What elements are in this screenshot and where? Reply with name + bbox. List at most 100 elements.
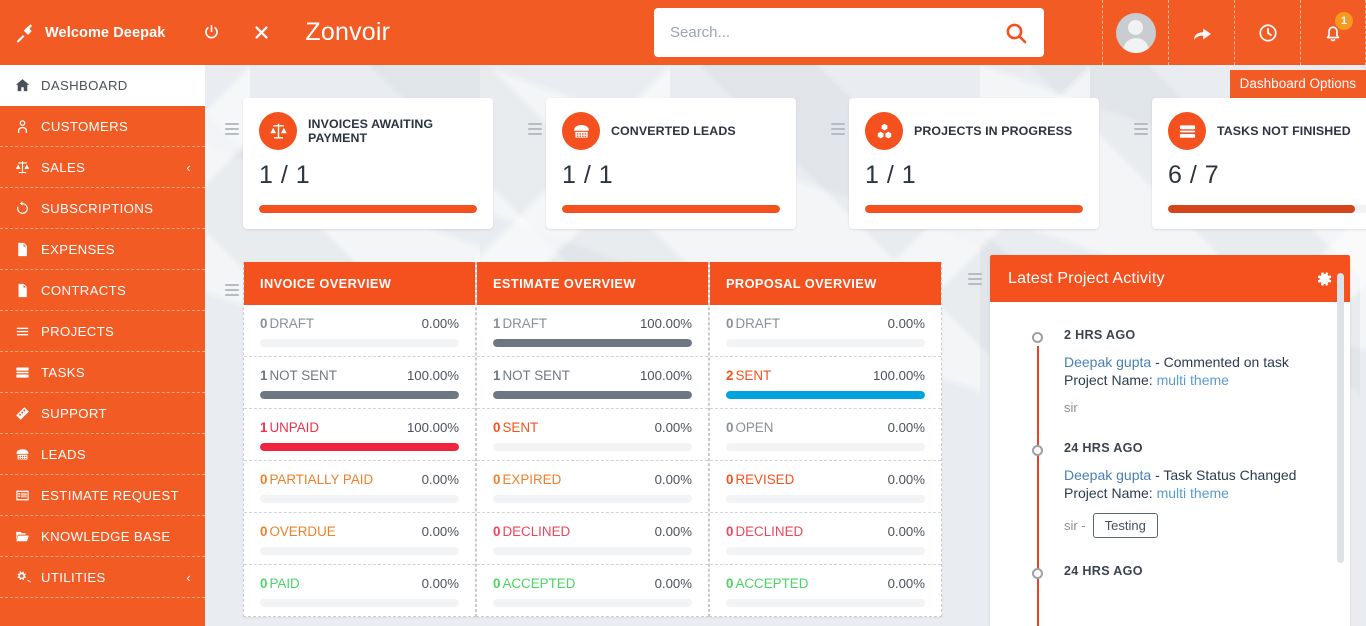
drag-handle-activity[interactable] (960, 255, 990, 626)
overview-row-count: 0 (260, 316, 267, 331)
stat-card-block: TASKS NOT FINISHED6 / 7 (1130, 98, 1366, 229)
overview-row: 2SENT100.00% (710, 357, 941, 409)
overview-row-percent: 0.00% (888, 316, 925, 331)
drag-handle-stat[interactable] (827, 98, 849, 138)
share-icon[interactable] (1168, 0, 1234, 65)
drag-handle-stat[interactable] (524, 98, 546, 138)
leads-icon (562, 112, 600, 150)
overview-row: 0OPEN0.00% (710, 409, 941, 461)
drag-handle-overview[interactable] (221, 262, 243, 299)
activity-time: 2 HRS AGO (1064, 328, 1320, 342)
sidebar-item-label: SUPPORT (41, 406, 107, 421)
overview-row-name: SENT (502, 420, 538, 435)
activity-user[interactable]: Deepak gupta (1064, 354, 1151, 370)
sidebar-item-leads[interactable]: LEADS (0, 434, 205, 475)
sidebar-item-utilities[interactable]: UTILITIES ‹ (0, 557, 205, 598)
main-content: Dashboard Options INVOICES AWAITING PAYM… (205, 65, 1366, 626)
activity-list[interactable]: 2 HRS AGODeepak gupta - Commented on tas… (990, 302, 1350, 626)
overview-row-label: 0DECLINED (726, 524, 803, 539)
overview-row-bar (726, 443, 925, 451)
sidebar-item-label: UTILITIES (41, 570, 106, 585)
user-avatar[interactable] (1102, 0, 1168, 65)
overview-row-name: ACCEPTED (502, 576, 575, 591)
gavel-icon (14, 22, 36, 44)
overview-row-bar (726, 495, 925, 503)
overview-row-name: EXPIRED (502, 472, 561, 487)
drag-handle-stat[interactable] (1130, 98, 1152, 138)
brand-area: Welcome Deepak (0, 0, 165, 65)
chevron-left-icon: ‹ (186, 570, 191, 585)
folder-open-icon (14, 528, 41, 545)
overview-row: 1DRAFT 100.00% (477, 305, 708, 357)
stat-card-progress (865, 205, 1083, 213)
activity-status-chip: Testing (1093, 513, 1158, 538)
sidebar-nav: DASHBOARD CUSTOMERS SALES‹SUBSCRIPTIONSEXP… (0, 65, 205, 626)
sidebar-item-contracts[interactable]: CONTRACTS (0, 270, 205, 311)
overview-row-count: 0 (493, 420, 500, 435)
activity-project-link[interactable]: multi theme (1157, 485, 1229, 501)
sidebar-item-tasks[interactable]: TASKS (0, 352, 205, 393)
activity-project-link[interactable]: multi theme (1157, 372, 1229, 388)
search-input[interactable] (654, 24, 1000, 41)
overview-row-bar (260, 495, 459, 503)
overview-panel: PROPOSAL OVERVIEW0DRAFT0.00%2SENT100.00%… (709, 262, 942, 617)
overview-row-label: 1DRAFT (493, 316, 547, 331)
sidebar-item-label: LEADS (41, 447, 86, 462)
activity-user[interactable]: Deepak gupta (1064, 467, 1151, 483)
overview-panel-title: PROPOSAL OVERVIEW (710, 262, 941, 305)
sidebar-item-customers[interactable]: CUSTOMERS (0, 106, 205, 147)
overview-row-count: 0 (260, 576, 267, 591)
clock-icon[interactable] (1234, 0, 1300, 65)
sidebar-item-projects[interactable]: PROJECTS (0, 311, 205, 352)
overview-row-percent: 100.00% (640, 316, 692, 331)
projects-icon (865, 112, 903, 150)
overview-row-percent: 0.00% (655, 576, 692, 591)
sidebar-item-label: DASHBOARD (41, 78, 128, 93)
overview-row-label: 0OVERDUE (260, 524, 336, 539)
overview-row-percent: 0.00% (422, 524, 459, 539)
sidebar-item-label: CUSTOMERS (41, 119, 128, 134)
overview-row-percent: 0.00% (655, 420, 692, 435)
activity-scrollbar[interactable] (1337, 273, 1344, 563)
activity-item: 24 HRS AGO (990, 564, 1350, 578)
chevron-left-icon: ‹ (186, 160, 191, 175)
scales-icon (14, 159, 41, 176)
sidebar-item-subscriptions[interactable]: SUBSCRIPTIONS (0, 188, 205, 229)
overview-row-bar (726, 339, 925, 347)
sidebar-item-sales[interactable]: SALES‹ (0, 147, 205, 188)
overview-row: 0ACCEPTED0.00% (710, 565, 941, 616)
overview-row: 1NOT SENT100.00% (477, 357, 708, 409)
overview-row-label: 0REVISED (726, 472, 794, 487)
power-icon[interactable] (191, 0, 231, 65)
stat-card-block: PROJECTS IN PROGRESS1 / 1 (827, 98, 1099, 229)
overview-row-bar (726, 547, 925, 555)
overview-row-name: SENT (735, 368, 771, 383)
sidebar-item-support[interactable]: SUPPORT (0, 393, 205, 434)
gear-icon[interactable] (1314, 269, 1334, 289)
sidebar-item-estimate-request[interactable]: ESTIMATE REQUEST (0, 475, 205, 516)
stat-card-block: INVOICES AWAITING PAYMENT1 / 1 (221, 98, 493, 229)
activity-action: - Task Status Changed (1151, 467, 1296, 483)
bell-icon[interactable]: 1 (1300, 0, 1366, 65)
tasks-icon (14, 364, 41, 381)
sidebar-item-dashboard[interactable]: DASHBOARD (0, 65, 205, 106)
gears-icon (14, 569, 41, 586)
search-bar[interactable] (654, 8, 1044, 57)
dashboard-options-button[interactable]: Dashboard Options (1230, 70, 1366, 98)
stat-card-value: 1 / 1 (259, 161, 477, 190)
drag-handle-stat[interactable] (221, 98, 243, 138)
sidebar-item-expenses[interactable]: EXPENSES (0, 229, 205, 270)
welcome-text: Welcome Deepak (45, 25, 165, 41)
activity-note-text: sir (1064, 400, 1078, 415)
activity-note: sir - Testing (1064, 513, 1320, 538)
close-icon[interactable] (241, 0, 281, 65)
stat-card-value: 6 / 7 (1168, 161, 1366, 190)
sidebar-item-knowledge-base[interactable]: KNOWLEDGE BASE (0, 516, 205, 557)
activity-note-text: sir - (1064, 518, 1086, 533)
overview-row-bar (260, 547, 459, 555)
overview-row-count: 1 (260, 368, 267, 383)
overview-row-percent: 0.00% (655, 524, 692, 539)
refresh-icon (14, 200, 41, 217)
search-icon[interactable] (1000, 21, 1044, 45)
overview-row: 0DECLINED0.00% (710, 513, 941, 565)
